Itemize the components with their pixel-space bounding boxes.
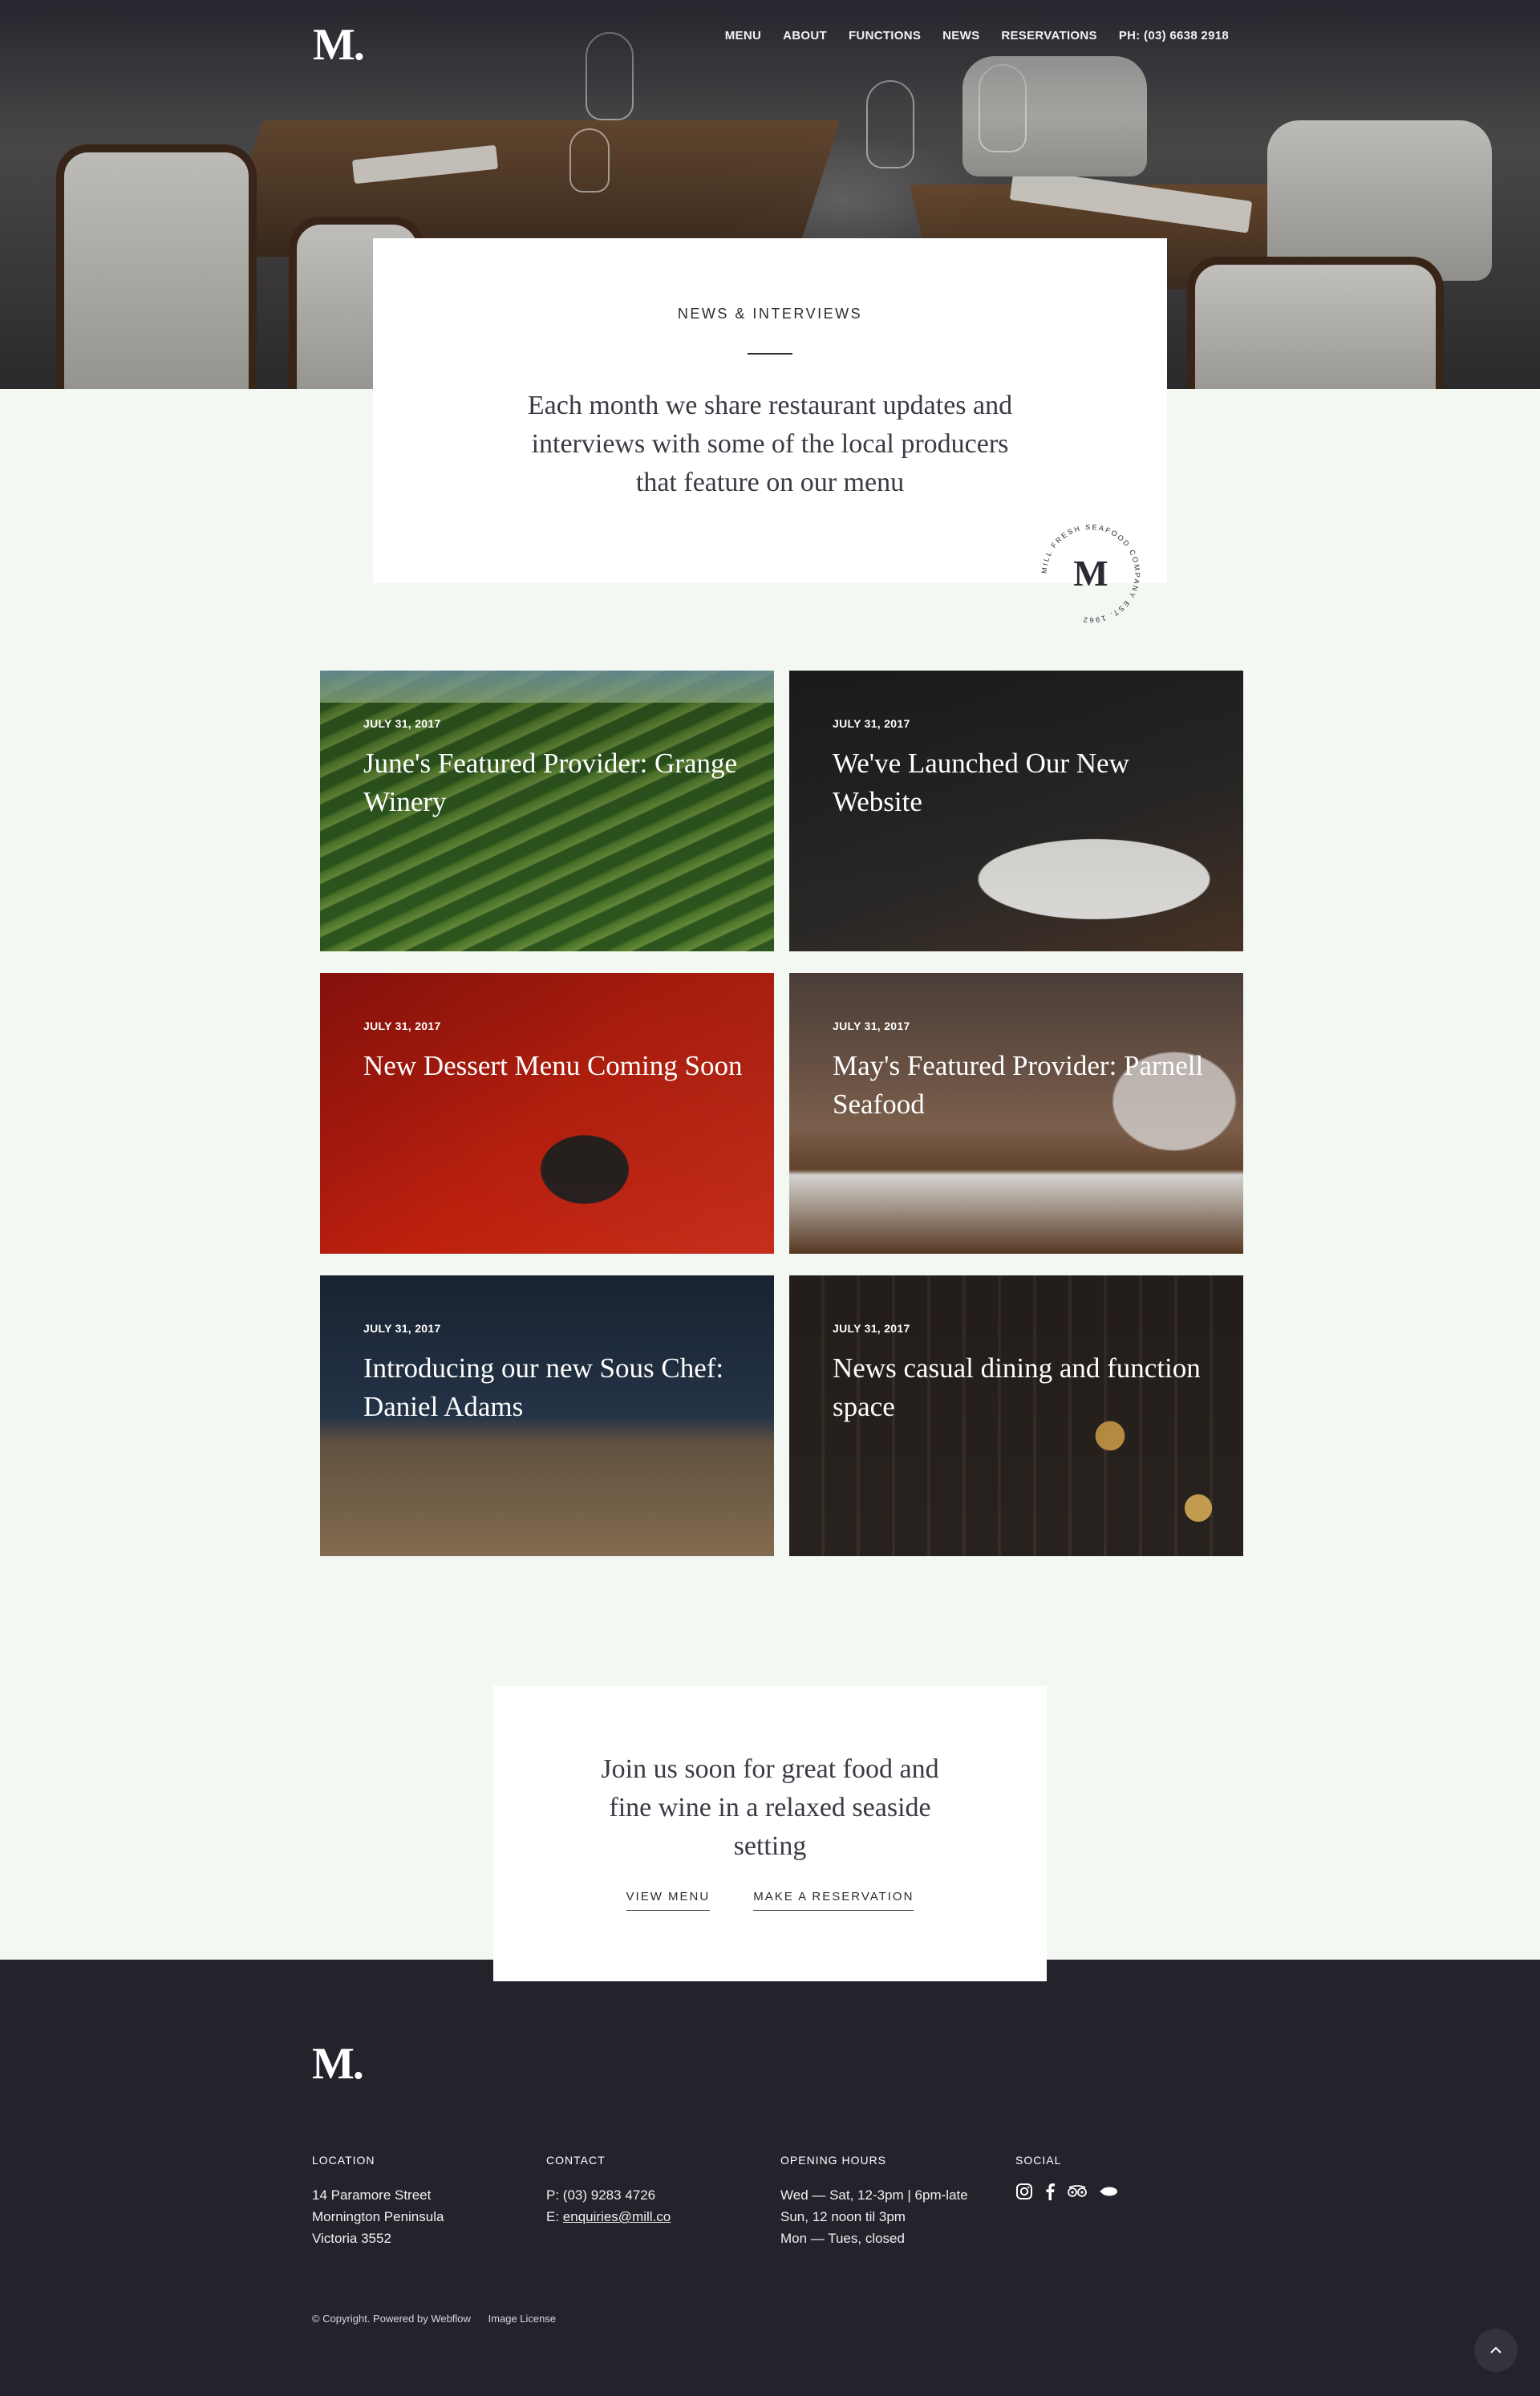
hours-line: Wed — Sat, 12-3pm | 6pm-late	[780, 2187, 968, 2203]
post-card[interactable]: JULY 31, 2017 News casual dining and fun…	[789, 1275, 1243, 1556]
contact-phone[interactable]: P: (03) 9283 4726	[546, 2184, 755, 2206]
hours-line: Mon — Tues, closed	[780, 2231, 905, 2246]
nav-item-about[interactable]: ABOUT	[783, 29, 827, 43]
email-link[interactable]: enquiries@mill.co	[563, 2209, 671, 2224]
post-title[interactable]: New Dessert Menu Coming Soon	[363, 1047, 748, 1085]
post-date: JULY 31, 2017	[833, 717, 910, 730]
seal-letter: M	[1073, 553, 1108, 594]
intro-eyebrow: NEWS & INTERVIEWS	[677, 306, 863, 322]
nav-item-phone[interactable]: PH: (03) 6638 2918	[1119, 29, 1229, 43]
email-prefix: E:	[546, 2209, 563, 2224]
post-card[interactable]: JULY 31, 2017 May's Featured Provider: P…	[789, 973, 1243, 1254]
post-card[interactable]: JULY 31, 2017 New Dessert Menu Coming So…	[320, 973, 774, 1254]
chevron-up-icon	[1490, 2346, 1502, 2353]
cta-lead: Join us soon for great food and fine win…	[601, 1754, 939, 1861]
copyright-row: © Copyright. Powered by Webflow Image Li…	[312, 2313, 570, 2325]
top-nav: M. MENU ABOUT FUNCTIONS NEWS RESERVATION…	[0, 0, 1540, 72]
post-title[interactable]: News casual dining and function space	[833, 1349, 1218, 1426]
post-date: JULY 31, 2017	[833, 1020, 910, 1032]
zomato-icon[interactable]	[1099, 2186, 1118, 2197]
hours-line: Sun, 12 noon til 3pm	[780, 2209, 906, 2224]
post-date: JULY 31, 2017	[363, 717, 441, 730]
cta-links: VIEW MENU MAKE A RESERVATION	[493, 1890, 1047, 1911]
facebook-icon[interactable]	[1044, 2183, 1056, 2200]
post-date: JULY 31, 2017	[363, 1322, 441, 1335]
post-title[interactable]: May's Featured Provider: Parnell Seafood	[833, 1047, 1218, 1124]
post-date: JULY 31, 2017	[363, 1020, 441, 1032]
nav-links: MENU ABOUT FUNCTIONS NEWS RESERVATIONS P…	[725, 29, 1229, 43]
image-license-link[interactable]: Image License	[488, 2313, 557, 2325]
footer-social: SOCIAL	[1015, 2154, 1224, 2200]
nav-item-menu[interactable]: MENU	[725, 29, 761, 43]
intro-lead: Each month we share restaurant updates a…	[527, 391, 1013, 497]
nav-item-news[interactable]: NEWS	[942, 29, 979, 43]
address-line: Mornington Peninsula	[312, 2209, 444, 2224]
contact-heading: CONTACT	[546, 2154, 606, 2167]
footer-hours: OPENING HOURS Wed — Sat, 12-3pm | 6pm-la…	[780, 2154, 989, 2249]
back-to-top-button[interactable]	[1474, 2329, 1518, 2372]
make-reservation-link[interactable]: MAKE A RESERVATION	[753, 1890, 914, 1911]
footer-location: LOCATION 14 Paramore Street Mornington P…	[312, 2154, 521, 2249]
instagram-icon[interactable]	[1015, 2183, 1033, 2200]
post-date: JULY 31, 2017	[833, 1322, 910, 1335]
address-line: 14 Paramore Street	[312, 2187, 432, 2203]
view-menu-link[interactable]: VIEW MENU	[626, 1890, 711, 1911]
location-heading: LOCATION	[312, 2154, 375, 2167]
post-card[interactable]: JULY 31, 2017 We've Launched Our New Web…	[789, 671, 1243, 951]
footer-logo[interactable]: M.	[312, 2038, 364, 2090]
nav-item-functions[interactable]: FUNCTIONS	[849, 29, 921, 43]
post-title[interactable]: June's Featured Provider: Grange Winery	[363, 744, 748, 821]
nav-item-reservations[interactable]: RESERVATIONS	[1001, 29, 1096, 43]
tripadvisor-icon[interactable]	[1067, 2185, 1088, 2198]
post-title[interactable]: Introducing our new Sous Chef: Daniel Ad…	[363, 1349, 748, 1426]
post-title[interactable]: We've Launched Our New Website	[833, 744, 1218, 821]
social-heading: SOCIAL	[1015, 2154, 1062, 2167]
address-line: Victoria 3552	[312, 2231, 391, 2246]
copyright-text[interactable]: © Copyright. Powered by Webflow	[312, 2313, 471, 2325]
seafood-company-seal: MILL FRESH SEAFOOD COMPANY EST. 1962 M	[1040, 523, 1140, 624]
divider	[748, 353, 792, 355]
footer: M. LOCATION 14 Paramore Street Morningto…	[0, 1960, 1540, 2396]
footer-contact: CONTACT P: (03) 9283 4726 E: enquiries@m…	[546, 2154, 755, 2228]
cta-card: Join us soon for great food and fine win…	[493, 1686, 1047, 1981]
post-card[interactable]: JULY 31, 2017 Introducing our new Sous C…	[320, 1275, 774, 1556]
contact-email-row: E: enquiries@mill.co	[546, 2206, 755, 2228]
post-card[interactable]: JULY 31, 2017 June's Featured Provider: …	[320, 671, 774, 951]
hours-heading: OPENING HOURS	[780, 2154, 887, 2167]
logo[interactable]: M.	[313, 19, 365, 71]
post-overlay	[320, 973, 774, 1254]
